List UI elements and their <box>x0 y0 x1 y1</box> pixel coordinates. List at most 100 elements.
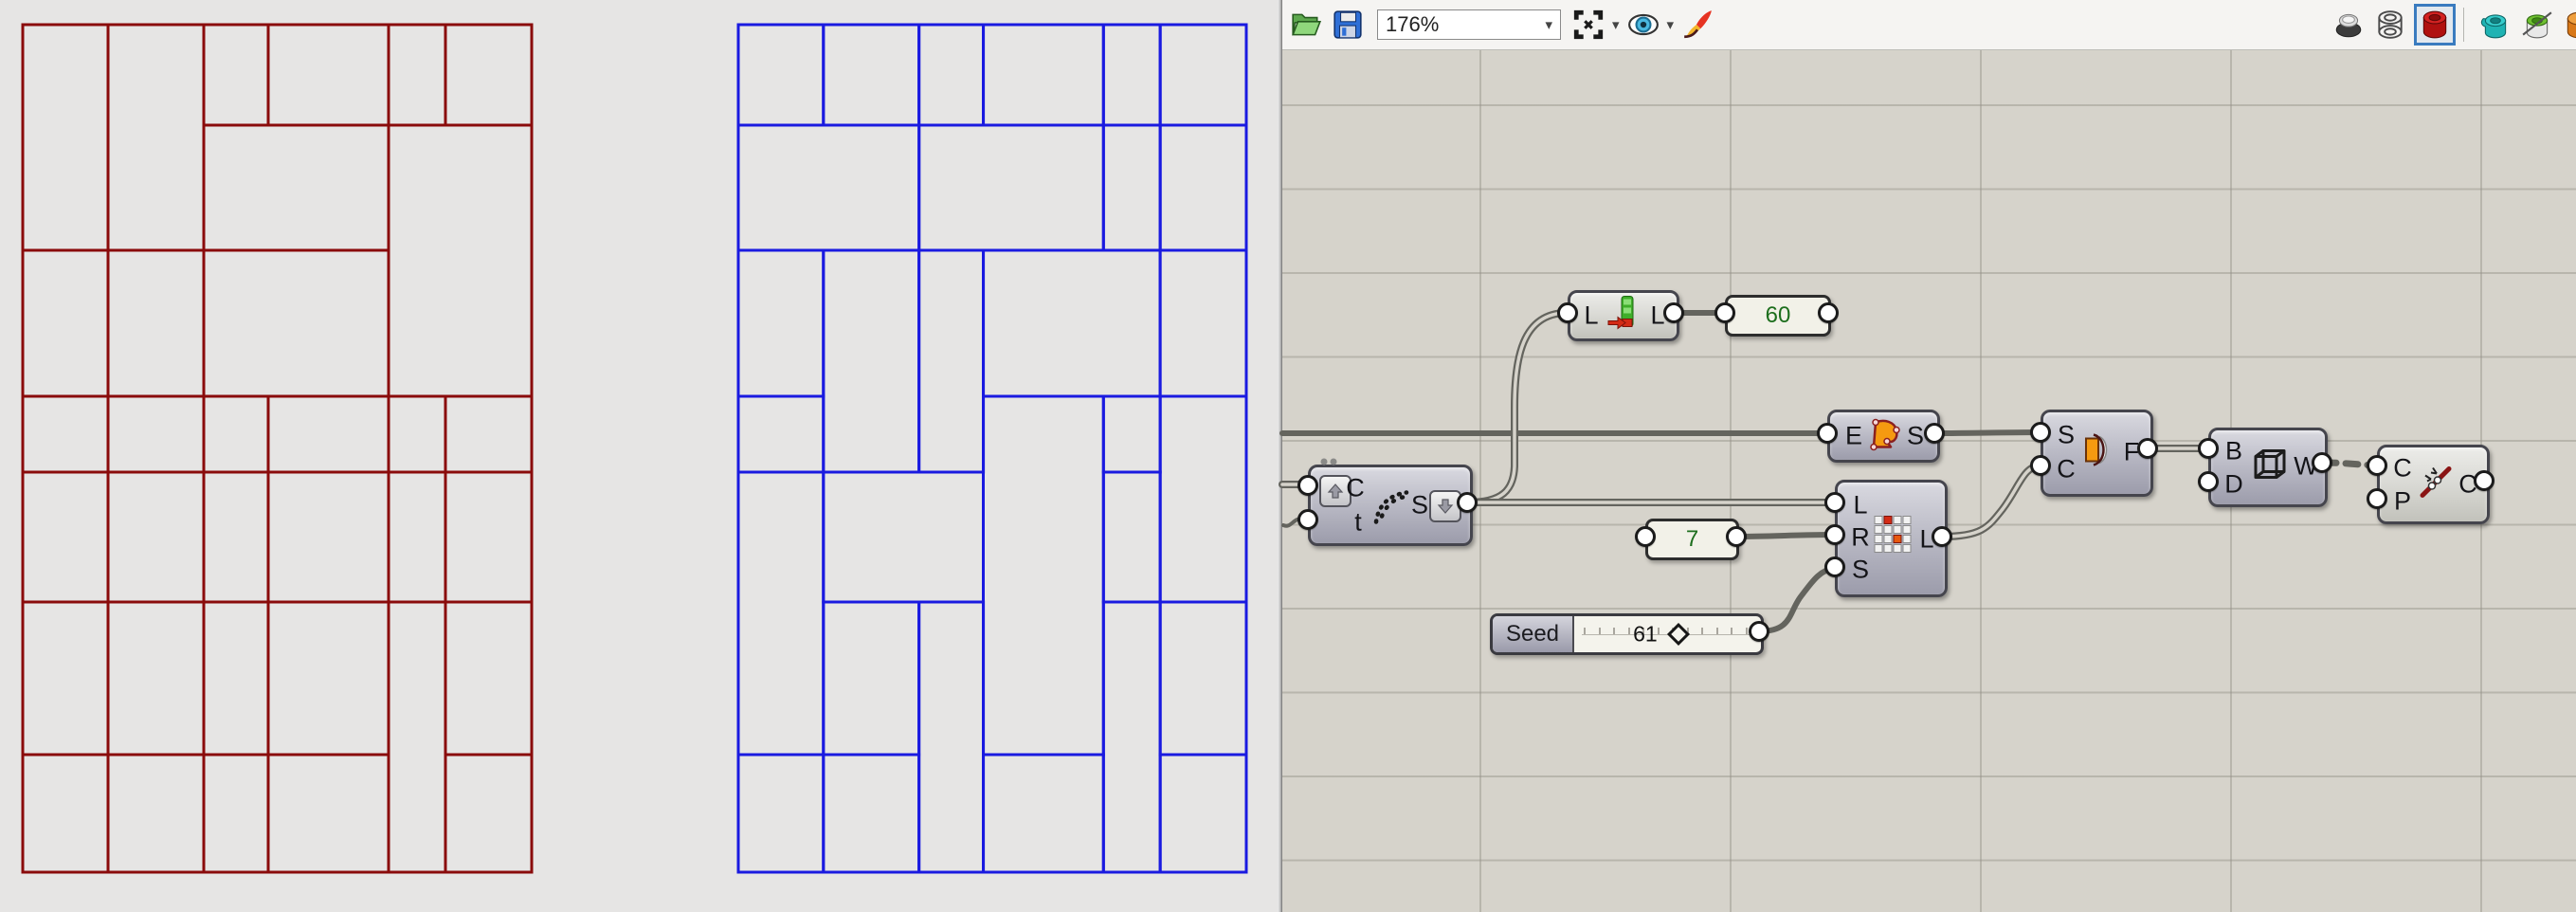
panel-7-value: 7 <box>1685 526 1699 552</box>
red-pattern-cell <box>21 600 110 757</box>
input-label: C <box>2393 453 2412 483</box>
pull-input-P-port[interactable] <box>2367 488 2387 509</box>
component-flip[interactable]: S C F <box>2041 410 2153 497</box>
shatter-output-S-port[interactable] <box>1457 492 1478 513</box>
flip-surface-icon <box>2080 431 2118 474</box>
red-pattern-cell <box>202 394 270 474</box>
blue-pattern-cell <box>736 23 825 127</box>
open-file-icon[interactable] <box>1288 7 1324 43</box>
panel-60[interactable]: 60 <box>1725 295 1831 337</box>
zoom-level-value: 176% <box>1386 12 1440 36</box>
red-pattern-cell <box>202 470 270 604</box>
input-label: E <box>1844 421 1863 450</box>
preview-shaded-icon-selected[interactable] <box>2414 4 2456 46</box>
panel-60-input-port[interactable] <box>1714 302 1735 323</box>
red-pattern-cell <box>106 753 206 874</box>
blue-pattern-cell <box>736 248 825 398</box>
zoom-extents-dropdown-caret[interactable]: ▾ <box>1612 16 1620 33</box>
blue-pattern-cell <box>736 394 825 474</box>
red-pattern-cell <box>266 394 390 474</box>
red-pattern-cell <box>266 23 390 127</box>
red-pattern-cell <box>106 23 206 252</box>
flip-input-C-port[interactable] <box>2030 455 2051 476</box>
preview-off-icon[interactable] <box>2331 7 2367 43</box>
blue-pattern-cell <box>917 23 986 127</box>
input-label: D <box>2224 469 2243 499</box>
zoom-level-dropdown[interactable]: 176% ▾ <box>1377 9 1561 40</box>
blue-pattern-cell <box>822 23 921 127</box>
random-reduce-input-L-port[interactable] <box>1824 492 1845 513</box>
sketch-brush-icon[interactable] <box>1679 7 1715 43</box>
red-pattern-cell <box>202 753 270 874</box>
blue-pattern-cell <box>822 470 985 604</box>
red-pattern-cell <box>202 23 270 127</box>
blue-pattern-cell <box>917 123 1105 252</box>
input-label: S <box>1851 555 1870 584</box>
boundary-output-S-port[interactable] <box>1924 423 1945 444</box>
slider-handle[interactable] <box>1667 622 1691 647</box>
input-label: L <box>1853 490 1868 520</box>
output-label: S <box>1410 490 1429 520</box>
slider-track[interactable]: 61 <box>1574 616 1761 652</box>
output-label: S <box>1906 421 1925 450</box>
list-length-input-port[interactable] <box>1557 302 1578 323</box>
preview-wireframe-icon[interactable] <box>2372 7 2408 43</box>
shatter-input-t-port[interactable] <box>1297 509 1318 530</box>
random-reduce-input-S-port[interactable] <box>1824 556 1845 577</box>
box-input-B-port[interactable] <box>2198 438 2219 459</box>
blue-pattern-cell <box>982 248 1162 398</box>
flip-input-S-port[interactable] <box>2030 422 2051 443</box>
panel-7[interactable]: 7 <box>1645 519 1739 560</box>
pull-input-C-port[interactable] <box>2367 455 2387 476</box>
rhino-viewport[interactable] <box>0 0 1278 912</box>
input-label: S <box>2057 420 2076 449</box>
blue-pattern-cell <box>1158 23 1248 127</box>
preview-dropdown-caret[interactable]: ▾ <box>1667 16 1675 33</box>
shatter-input-C-port[interactable] <box>1297 475 1318 496</box>
blue-pattern-cell <box>1158 123 1248 252</box>
slider-label: Seed <box>1493 616 1574 652</box>
input-label: B <box>2224 436 2243 465</box>
component-box[interactable]: B D W <box>2208 428 2328 507</box>
input-label: R <box>1851 522 1870 552</box>
wire-stub-dot <box>1320 458 1328 465</box>
red-pattern-cell <box>387 123 534 398</box>
preview-eye-icon[interactable] <box>1625 7 1661 43</box>
random-reduce-icon <box>1873 515 1913 559</box>
red-pattern-cell <box>266 600 390 757</box>
component-boundary-surface[interactable]: E S <box>1827 410 1940 463</box>
panel-7-output-port[interactable] <box>1726 526 1747 547</box>
random-reduce-input-R-port[interactable] <box>1824 524 1845 545</box>
blue-pattern-cell <box>736 753 825 874</box>
pull-output-C-port[interactable] <box>2474 470 2494 491</box>
random-reduce-output-L-port[interactable] <box>1932 526 1952 547</box>
red-pattern-cell <box>444 470 534 604</box>
boundary-input-E-port[interactable] <box>1817 423 1838 444</box>
panel-7-input-port[interactable] <box>1635 526 1656 547</box>
red-pattern-cell <box>21 23 110 252</box>
component-shatter[interactable]: C t S <box>1308 465 1473 546</box>
panel-60-output-port[interactable] <box>1818 302 1839 323</box>
preview-custom-green-icon[interactable] <box>2519 7 2555 43</box>
seed-slider[interactable]: Seed 61 <box>1490 613 1764 655</box>
list-length-output-port[interactable] <box>1663 302 1684 323</box>
blue-pattern-cell <box>1101 600 1162 874</box>
component-random-reduce[interactable]: L R S L <box>1835 480 1948 597</box>
red-pattern-cell <box>106 470 206 604</box>
box-input-D-port[interactable] <box>2198 471 2219 492</box>
component-list-length[interactable]: L L <box>1568 290 1679 341</box>
wireframe-box-icon <box>2250 446 2290 490</box>
preview-custom-teal-icon[interactable] <box>2477 7 2513 43</box>
red-pattern-cell <box>21 248 110 398</box>
slider-output-port[interactable] <box>1749 621 1769 642</box>
flip-output-F-port[interactable] <box>2137 438 2158 459</box>
save-file-icon[interactable] <box>1330 7 1366 43</box>
screenshot-root: 176% ▾ ▾ ▾ C t S L L 60 E S 7 L R S L Se… <box>0 0 2576 912</box>
blue-pattern-cell <box>1101 23 1162 127</box>
box-output-W-port[interactable] <box>2312 452 2332 473</box>
red-pattern-cell <box>387 394 447 474</box>
preview-custom-orange-icon[interactable] <box>2561 7 2576 43</box>
blue-pattern-cell <box>1101 123 1162 252</box>
component-pull-point[interactable]: C P C <box>2377 445 2490 524</box>
zoom-extents-icon[interactable] <box>1570 7 1606 43</box>
